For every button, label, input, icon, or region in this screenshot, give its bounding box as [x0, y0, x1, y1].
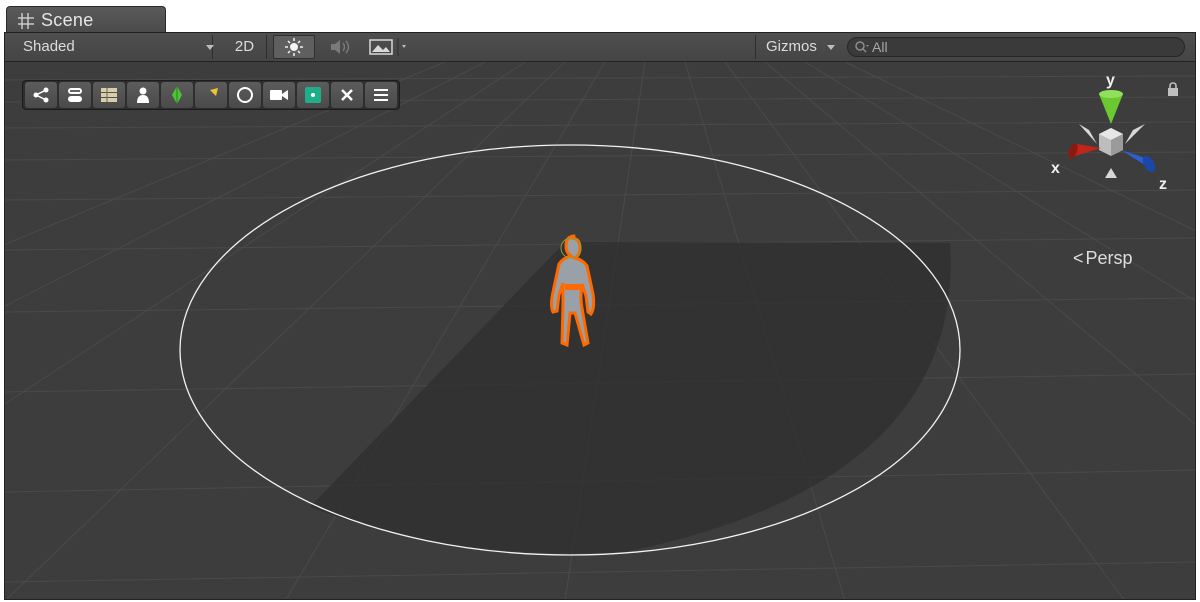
projection-toggle[interactable]: < Persp [1073, 248, 1133, 269]
tab-scene[interactable]: Scene [6, 6, 166, 34]
y-axis-label: y [1106, 72, 1115, 89]
camera-icon [270, 90, 288, 100]
x-axis-label: x [1051, 160, 1060, 177]
chevron-left-icon: < [1073, 248, 1084, 268]
list-icon [101, 88, 117, 102]
diamond-icon [172, 86, 182, 104]
tool-button-close[interactable] [331, 82, 363, 108]
tool-button-diamond[interactable] [161, 82, 193, 108]
person-icon [137, 87, 149, 103]
scene-window: Shaded 2D Gizmos All y x z < Persp [4, 32, 1196, 600]
arrow-icon [205, 88, 218, 101]
search-icon [855, 41, 869, 53]
gizmos-label: Gizmos [766, 38, 817, 55]
toggle-2d-button[interactable]: 2D [223, 35, 267, 59]
draw-mode-dropdown[interactable]: Shaded [13, 35, 214, 59]
tool-button-square-dot[interactable] [297, 82, 329, 108]
tool-button-person[interactable] [127, 82, 159, 108]
image-icon [369, 38, 406, 56]
scene-toolbar: Shaded 2D Gizmos All [5, 33, 1195, 62]
scene-viewport[interactable]: y x z < Persp [5, 62, 1195, 599]
effects-dropdown[interactable] [363, 35, 413, 59]
lighting-toggle-button[interactable] [273, 35, 315, 59]
tool-button-layers[interactable] [59, 82, 91, 108]
tool-button-share[interactable] [25, 82, 57, 108]
draw-mode-label: Shaded [23, 38, 75, 55]
share-icon [33, 87, 49, 103]
chevron-down-icon [206, 45, 214, 50]
layers-icon [68, 88, 82, 102]
audio-toggle-button[interactable] [319, 35, 359, 59]
axis-gizmo-graphic [1068, 90, 1156, 178]
speaker-icon [331, 40, 350, 54]
scene-grid [5, 62, 1195, 599]
close-icon [341, 89, 353, 101]
projection-label: Persp [1085, 248, 1133, 268]
tool-button-camera[interactable] [263, 82, 295, 108]
tab-label: Scene [41, 10, 94, 30]
tool-button-circle[interactable] [229, 82, 261, 108]
orientation-gizmo[interactable]: y x z [1049, 72, 1169, 202]
search-input[interactable] [872, 38, 1172, 56]
menu-icon [374, 89, 388, 101]
chevron-down-icon [827, 45, 835, 50]
circle-icon [237, 87, 253, 103]
gizmos-dropdown[interactable]: Gizmos [755, 35, 835, 59]
sun-icon [285, 38, 303, 56]
tool-button-arrow[interactable] [195, 82, 227, 108]
tool-button-list[interactable] [93, 82, 125, 108]
scene-grid-icon [18, 13, 34, 29]
component-tools-bar [22, 80, 400, 110]
tool-button-menu[interactable] [365, 82, 397, 108]
square-dot-icon [305, 87, 321, 103]
search-box[interactable] [847, 37, 1185, 57]
z-axis-label: z [1159, 176, 1167, 193]
